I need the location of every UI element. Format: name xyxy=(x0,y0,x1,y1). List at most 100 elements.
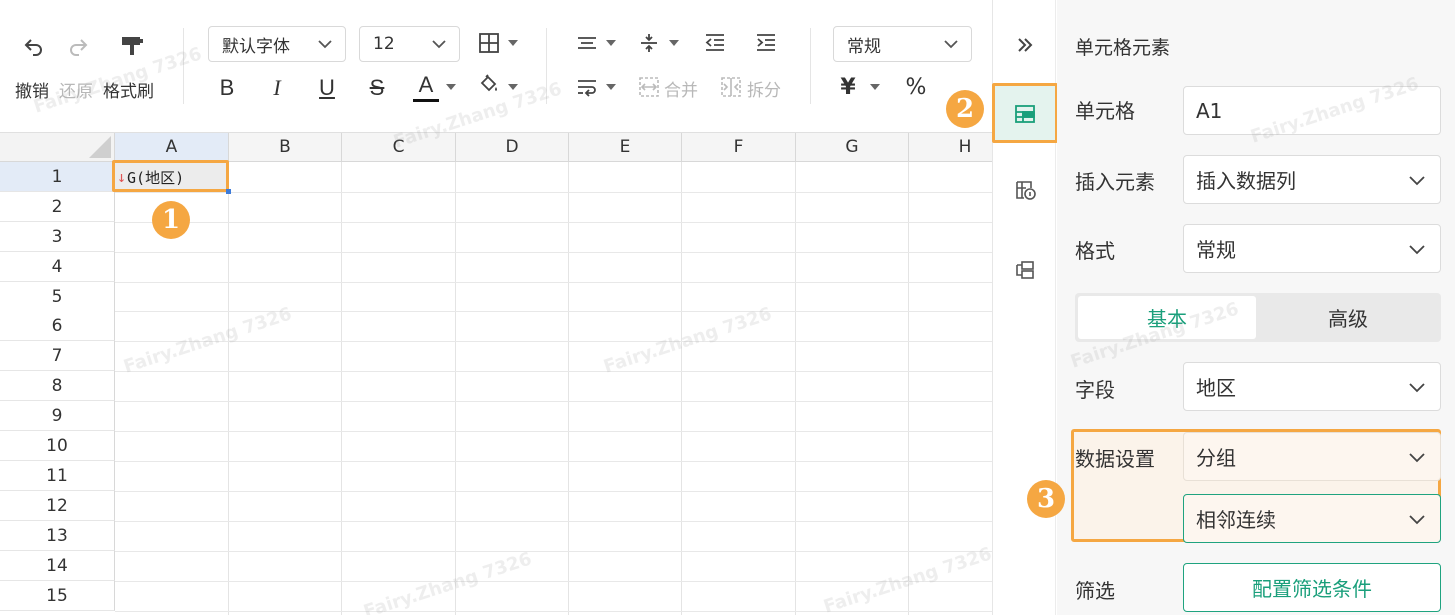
toolbar-divider xyxy=(183,28,184,104)
row-header[interactable]: 8 xyxy=(0,371,115,401)
number-format-value: 常规 xyxy=(847,36,881,57)
row-header[interactable]: 12 xyxy=(0,491,115,521)
merge-icon[interactable] xyxy=(637,75,661,99)
row-header[interactable]: 4 xyxy=(0,252,115,282)
insert-element-select[interactable]: 插入数据列 xyxy=(1183,155,1441,204)
chevron-down-icon xyxy=(432,40,446,49)
grid-line xyxy=(115,192,992,193)
column-header[interactable]: H xyxy=(909,133,992,162)
format-painter-icon[interactable] xyxy=(117,32,147,60)
strikethrough-button[interactable]: S xyxy=(365,74,389,102)
redo-icon[interactable] xyxy=(64,33,92,61)
row-header[interactable]: 9 xyxy=(0,401,115,431)
redo-label[interactable]: 还原 xyxy=(59,77,93,102)
currency-dropdown-caret[interactable] xyxy=(870,84,880,90)
grid-line xyxy=(115,431,992,432)
row-header[interactable]: 14 xyxy=(0,551,115,581)
font-color-button[interactable]: A xyxy=(413,71,439,99)
horizontal-align-caret[interactable] xyxy=(606,40,616,46)
row-header[interactable]: 13 xyxy=(0,521,115,551)
row-header[interactable]: 15 xyxy=(0,581,115,611)
tab-advanced[interactable]: 高级 xyxy=(1258,296,1438,339)
row-header[interactable]: 11 xyxy=(0,461,115,491)
data-setting-select[interactable]: 分组 xyxy=(1183,432,1441,481)
format-painter-label[interactable]: 格式刷 xyxy=(103,77,154,102)
decrease-indent-icon[interactable] xyxy=(703,31,727,55)
grid-line xyxy=(115,551,992,552)
grid-line xyxy=(908,162,909,615)
fill-color-icon[interactable] xyxy=(477,72,501,96)
font-size-select[interactable]: 12 xyxy=(359,26,460,62)
grid-line xyxy=(795,162,796,615)
grid-line xyxy=(455,162,456,615)
step-badge-1: 1 xyxy=(152,201,190,239)
collapse-panel-button[interactable] xyxy=(993,16,1057,74)
fill-color-dropdown-caret[interactable] xyxy=(508,84,518,90)
cell-properties-icon xyxy=(1016,181,1036,200)
font-color-dropdown-caret[interactable] xyxy=(446,84,456,90)
border-icon[interactable] xyxy=(477,31,501,55)
undo-label[interactable]: 撤销 xyxy=(15,77,49,102)
font-family-select[interactable]: 默认字体 xyxy=(208,26,346,62)
chevron-down-icon xyxy=(1409,452,1425,462)
column-header[interactable]: D xyxy=(456,133,569,162)
cell-field[interactable]: A1 xyxy=(1183,86,1441,135)
merge-label[interactable]: 合并 xyxy=(664,76,698,101)
column-header[interactable]: F xyxy=(682,133,796,162)
fill-handle[interactable] xyxy=(226,189,231,194)
filter-label: 筛选 xyxy=(1075,579,1115,603)
step-badge-3: 3 xyxy=(1027,480,1065,518)
grid-line xyxy=(115,461,992,462)
vertical-align-icon[interactable] xyxy=(637,31,661,55)
insert-element-value: 插入数据列 xyxy=(1196,169,1296,193)
text-wrap-caret[interactable] xyxy=(606,84,616,90)
percent-button[interactable]: % xyxy=(903,73,929,101)
field-select[interactable]: 地区 xyxy=(1183,362,1441,411)
vertical-align-caret[interactable] xyxy=(669,40,679,46)
row-header[interactable]: 5 xyxy=(0,282,115,312)
bold-button[interactable]: B xyxy=(215,74,239,102)
format-value: 常规 xyxy=(1196,238,1236,262)
column-header[interactable]: E xyxy=(569,133,682,162)
italic-button[interactable]: I xyxy=(265,74,289,102)
column-header[interactable]: A xyxy=(115,133,229,162)
column-header[interactable]: C xyxy=(342,133,456,162)
grid-line xyxy=(115,282,992,283)
row-header[interactable]: 6 xyxy=(0,311,115,341)
cell-properties-tab-button[interactable] xyxy=(993,161,1057,219)
insert-element-label: 插入元素 xyxy=(1075,170,1155,194)
row-header[interactable]: 1 xyxy=(0,162,115,192)
split-icon[interactable] xyxy=(719,75,743,99)
group-mode-value: 相邻连续 xyxy=(1196,508,1276,532)
group-mode-select[interactable]: 相邻连续 xyxy=(1183,494,1441,543)
spreadsheet-grid[interactable]: A B C D E F G H 1 2 3 4 5 6 7 8 9 10 11 … xyxy=(0,132,992,615)
number-format-select[interactable]: 常规 xyxy=(833,26,972,62)
text-wrap-icon[interactable] xyxy=(575,75,599,99)
configure-filter-button[interactable]: 配置筛选条件 xyxy=(1183,563,1441,612)
horizontal-align-icon[interactable] xyxy=(575,32,599,56)
underline-button[interactable]: U xyxy=(315,74,339,102)
grid-line xyxy=(228,162,229,615)
column-header[interactable]: B xyxy=(229,133,342,162)
currency-button[interactable]: ¥ xyxy=(836,73,860,101)
format-select[interactable]: 常规 xyxy=(1183,224,1441,273)
grid-line xyxy=(115,611,992,612)
border-dropdown-caret[interactable] xyxy=(508,40,518,46)
tab-basic[interactable]: 基本 xyxy=(1078,296,1256,339)
row-header[interactable]: 10 xyxy=(0,431,115,461)
split-label[interactable]: 拆分 xyxy=(747,76,781,101)
chevron-down-icon xyxy=(1409,244,1425,254)
report-properties-tab-button[interactable] xyxy=(993,241,1057,299)
row-header[interactable]: 7 xyxy=(0,341,115,371)
select-all-corner[interactable] xyxy=(0,133,115,162)
grid-line xyxy=(115,491,992,492)
grid-line xyxy=(568,162,569,615)
row-header[interactable]: 3 xyxy=(0,222,115,252)
cell-element-panel: 单元格元素 单元格 A1 插入元素 插入数据列 格式 常规 基本 高级 字段 地… xyxy=(1057,0,1455,615)
row-header[interactable]: 2 xyxy=(0,192,115,222)
cell-value: A1 xyxy=(1196,98,1223,123)
font-color-bar xyxy=(413,99,439,102)
increase-indent-icon[interactable] xyxy=(754,31,778,55)
column-header[interactable]: G xyxy=(796,133,909,162)
undo-icon[interactable] xyxy=(20,33,48,61)
